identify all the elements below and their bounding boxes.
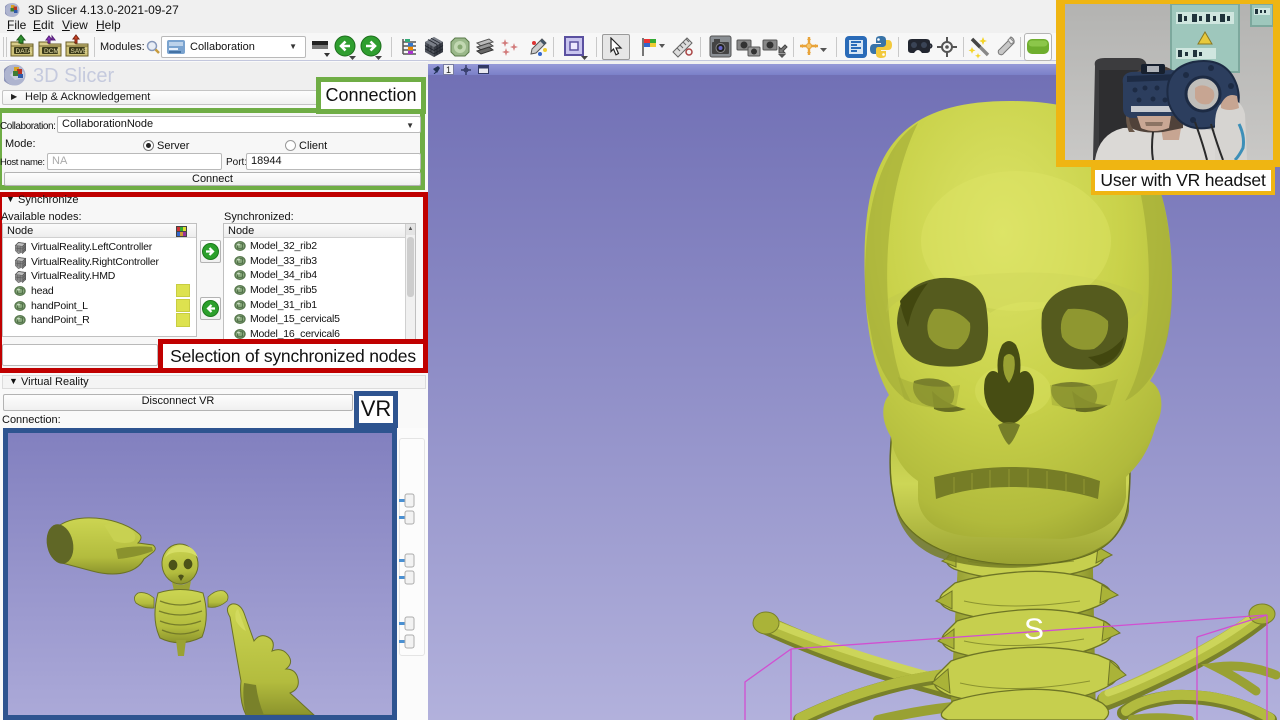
svg-text:DATA: DATA [16,48,33,55]
svg-text:SAVE: SAVE [71,48,89,55]
svg-text:S: S [1024,613,1044,646]
svg-text:DCM: DCM [44,48,59,55]
